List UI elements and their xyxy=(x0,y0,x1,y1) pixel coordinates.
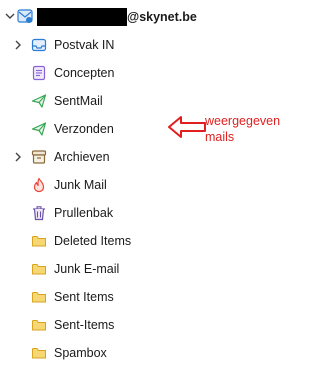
annotation-text: weergegeven mails xyxy=(205,113,280,145)
trash-icon xyxy=(33,206,45,221)
folder-item-spambox[interactable]: Spambox xyxy=(0,339,200,367)
folder-item-junk-mail[interactable]: Junk Mail xyxy=(0,171,200,199)
folder-label: Deleted Items xyxy=(54,234,132,248)
folder-item-sentmail[interactable]: SentMail xyxy=(0,87,200,115)
folder-icon xyxy=(32,236,46,247)
folder-pane: @skynet.be Postvak IN Concepten SentMail xyxy=(0,0,280,367)
folder-label: Junk Mail xyxy=(54,178,107,192)
folder-item-sent-items[interactable]: Sent Items xyxy=(0,283,200,311)
folder-label: Sent Items xyxy=(54,290,114,304)
annotation-arrow-icon xyxy=(168,116,206,138)
folder-label: Prullenbak xyxy=(54,206,114,220)
folder-item-archieven[interactable]: Archieven xyxy=(0,143,200,171)
redacted-account-name xyxy=(37,8,127,26)
folder-icon xyxy=(32,320,46,331)
chevron-right-icon[interactable] xyxy=(13,150,23,164)
folder-label: Archieven xyxy=(54,150,110,164)
chevron-down-icon[interactable] xyxy=(4,9,16,23)
account-header[interactable]: @skynet.be xyxy=(0,4,250,28)
folder-label: Junk E-mail xyxy=(54,262,120,276)
folder-icon xyxy=(32,264,46,275)
folder-item-junk-e-mail[interactable]: Junk E-mail xyxy=(0,255,200,283)
annotation-line-2: mails xyxy=(205,130,235,144)
account-mail-icon xyxy=(17,9,33,23)
folder-icon xyxy=(32,348,46,359)
folder-item-deleted-items[interactable]: Deleted Items xyxy=(0,227,200,255)
folder-label: Postvak IN xyxy=(54,38,115,52)
sent-icon xyxy=(31,94,47,108)
sent-icon xyxy=(31,122,47,136)
junk-flame-icon xyxy=(33,177,45,193)
folder-label: Sent-Items xyxy=(54,318,115,332)
folder-label: Verzonden xyxy=(54,122,114,136)
archive-icon xyxy=(31,150,47,164)
folder-label: SentMail xyxy=(54,94,103,108)
inbox-icon xyxy=(31,38,47,52)
folder-item-sent-items-2[interactable]: Sent-Items xyxy=(0,311,200,339)
account-email-domain: @skynet.be xyxy=(127,10,197,24)
annotation-line-1: weergegeven xyxy=(205,114,281,128)
chevron-right-icon[interactable] xyxy=(13,38,23,52)
folder-item-concepten[interactable]: Concepten xyxy=(0,59,200,87)
folder-label: Concepten xyxy=(54,66,115,80)
folder-item-prullenbak[interactable]: Prullenbak xyxy=(0,199,200,227)
drafts-icon xyxy=(32,65,46,81)
folder-label: Spambox xyxy=(54,346,107,360)
folder-item-postvak-in[interactable]: Postvak IN xyxy=(0,31,200,59)
folder-icon xyxy=(32,292,46,303)
